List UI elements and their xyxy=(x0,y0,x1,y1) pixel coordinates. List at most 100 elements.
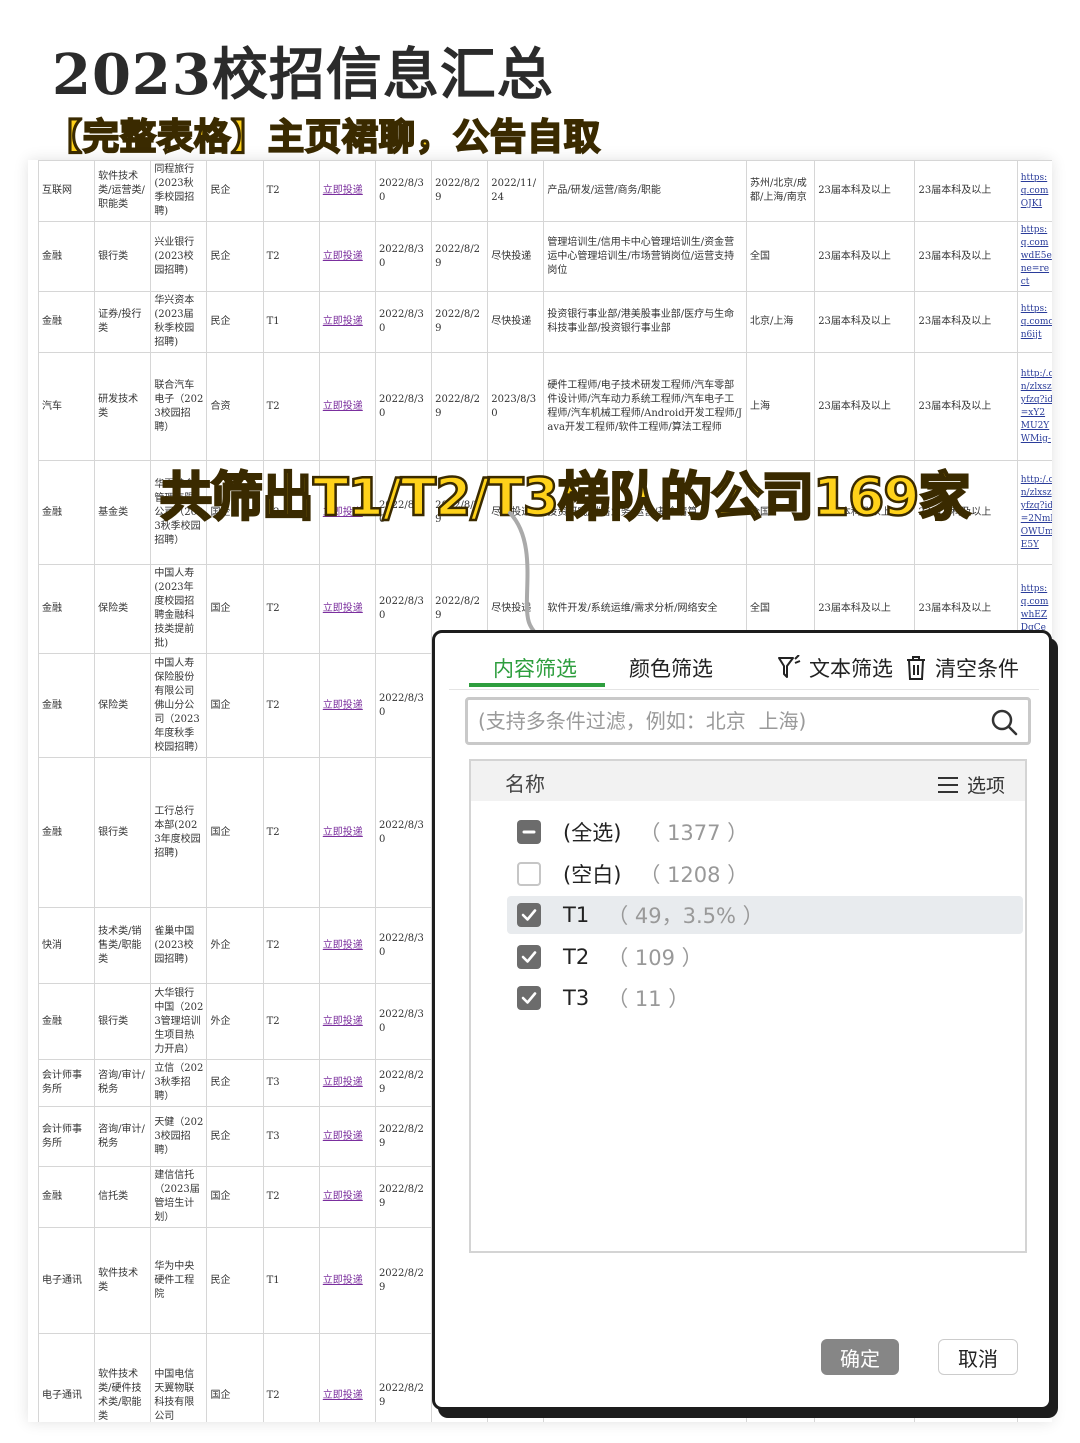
apply-link[interactable]: 立即投递 xyxy=(318,1227,376,1334)
table-cell: 2022/8/29 xyxy=(374,1106,433,1167)
checkbox[interactable] xyxy=(517,986,541,1010)
apply-link[interactable]: 立即投递 xyxy=(318,983,376,1060)
apply-link[interactable]: 立即投递 xyxy=(318,907,376,984)
page-subtitle: 【完整表格】主页裙聊，公告自取 xyxy=(45,116,602,159)
table-cell: 2022/8/29 xyxy=(374,1227,433,1334)
apply-link[interactable]: 立即投递 xyxy=(318,653,376,758)
column-name-label: 名称 xyxy=(505,772,545,796)
table-cell: 华为中央硬件工程院 xyxy=(150,1227,208,1334)
table-cell: 中国人寿保险股份有限公司佛山分公司（2023年度秋季校园招聘） xyxy=(150,653,208,758)
table-cell: 软件技术类/运营类/职能类 xyxy=(94,160,152,222)
options-button[interactable]: 选项 xyxy=(937,771,1005,798)
filter-option-count: （ 49，3.5% ） xyxy=(607,904,764,928)
table-cell: 2022/8/30 xyxy=(374,653,433,758)
url-link[interactable]: http:/.cn/zlxszyfzq?id=xY2MU2YWMig- xyxy=(1016,352,1052,461)
checkbox[interactable] xyxy=(517,861,541,886)
filter-search-input[interactable] xyxy=(478,700,978,742)
filter-option-item[interactable]: T2 （ 109 ） xyxy=(507,938,1023,976)
table-cell: 2022/8/29 xyxy=(374,1059,433,1107)
table-cell: 联合汽车电子（2023校园招聘） xyxy=(150,352,208,461)
partial-checkbox[interactable] xyxy=(517,820,541,844)
table-cell: 金融 xyxy=(37,291,96,353)
url-link[interactable]: https:q.comcn6ijt xyxy=(1016,291,1052,353)
apply-link[interactable]: 立即投递 xyxy=(318,221,376,292)
table-cell: 苏州/北京/成都/上海/南京 xyxy=(745,160,816,222)
tab-color-filter[interactable]: 颜色筛选 xyxy=(629,653,713,683)
table-cell: 工行总行本部(2023年度校园招聘) xyxy=(150,757,208,908)
table-cell: 2022/8/29 xyxy=(431,160,489,222)
filter-option-label: T2 xyxy=(563,944,590,969)
table-cell: 电子通讯 xyxy=(37,1333,96,1422)
apply-link[interactable]: 立即投递 xyxy=(318,1333,376,1422)
filter-option-item[interactable]: T1 （ 49，3.5% ） xyxy=(507,896,1023,934)
filter-option-item[interactable]: T3 （ 11 ） xyxy=(507,979,1023,1017)
apply-link[interactable]: 立即投递 xyxy=(318,291,376,353)
table-cell: T2 xyxy=(262,1333,320,1422)
apply-link[interactable]: 立即投递 xyxy=(318,1059,376,1107)
table-cell: 2022/8/30 xyxy=(374,221,433,292)
table-cell: 2022/8/29 xyxy=(374,1166,433,1228)
table-cell: 2022/8/29 xyxy=(431,352,489,461)
table-cell: 保险类 xyxy=(94,653,152,758)
table-cell: 2022/8/30 xyxy=(374,564,433,654)
confirm-button[interactable]: 确定 xyxy=(821,1339,899,1375)
cancel-button[interactable]: 取消 xyxy=(938,1339,1018,1375)
apply-link[interactable]: 立即投递 xyxy=(318,352,376,461)
table-cell: 电子通讯 xyxy=(37,1227,96,1334)
table-cell: 2022/8/30 xyxy=(374,160,433,222)
value-list: 名称 选项 (全选) （ 1377 ） (空白) （ 1208 ） T1 （ 49，3.5… xyxy=(469,759,1027,1253)
table-cell: 民企 xyxy=(206,1106,264,1167)
table-cell: 金融 xyxy=(37,221,96,292)
table-cell: 金融 xyxy=(37,983,96,1060)
table-cell: 立信（2023秋季招聘） xyxy=(150,1059,208,1107)
url-link[interactable]: https:q.comOJKI xyxy=(1016,160,1052,222)
table-cell: 国企 xyxy=(206,1333,264,1422)
checkbox[interactable] xyxy=(517,944,541,969)
table-cell: 全国 xyxy=(745,221,816,292)
table-cell: 华兴资本(2023届秋季校园招聘) xyxy=(150,291,208,353)
table-cell: 23届本科及以上 xyxy=(814,160,916,222)
table-cell: 管理培训生/信用卡中心管理培训生/资金营运中心管理培训生/市场营销岗位/运营支持… xyxy=(543,221,747,292)
table-cell: 2022/8/30 xyxy=(374,291,433,353)
text-filter-button[interactable]: 文本筛选 xyxy=(777,653,893,683)
table-cell: 国企 xyxy=(206,564,264,654)
filter-option-item[interactable]: (空白) （ 1208 ） xyxy=(507,855,1023,893)
tab-content-filter[interactable]: 内容筛选 xyxy=(493,653,577,683)
apply-link[interactable]: 立即投递 xyxy=(318,757,376,908)
url-link[interactable]: https:q.comwdE5ene=rect xyxy=(1016,221,1052,292)
filter-option-item[interactable]: (全选) （ 1377 ） xyxy=(507,813,1023,851)
clear-conditions-button[interactable]: 清空条件 xyxy=(905,653,1019,683)
table-cell: 投资银行事业部/港美股事业部/医疗与生命科技事业部/投资银行事业部 xyxy=(543,291,747,353)
table-row: 汽车 研发技术类 联合汽车电子（2023校园招聘） 合资 T2 立即投递 2022/8/30… xyxy=(37,352,1052,461)
table-cell: 银行类 xyxy=(94,221,152,292)
table-cell: 2022/8/30 xyxy=(374,757,433,908)
table-cell: 汽车 xyxy=(37,352,96,461)
table-cell: 天健（2023校园招聘） xyxy=(150,1106,208,1167)
apply-link[interactable]: 立即投递 xyxy=(318,1166,376,1228)
url-link[interactable]: http:/.cn/zlxszyfzq?id=2NmlOWUmE5Y xyxy=(1016,460,1052,565)
table-cell: T3 xyxy=(262,1106,320,1167)
table-cell: T2 xyxy=(262,160,320,222)
table-cell: 软件技术类 xyxy=(94,1227,152,1334)
table-cell: 23届本科及以上 xyxy=(914,160,1018,222)
table-cell: 中国电信天翼物联科技有限公司 xyxy=(150,1333,208,1422)
menu-icon xyxy=(937,776,958,793)
apply-link[interactable]: 立即投递 xyxy=(318,160,376,222)
table-cell: 技术类/销售类/职能类 xyxy=(94,907,152,984)
apply-link[interactable]: 立即投递 xyxy=(318,1106,376,1167)
table-cell: T2 xyxy=(262,653,320,758)
apply-link[interactable]: 立即投递 xyxy=(318,564,376,654)
filter-search-box xyxy=(465,697,1031,745)
table-cell: T3 xyxy=(262,1059,320,1107)
table-cell: 金融 xyxy=(37,653,96,758)
text-filter-label: 文本筛选 xyxy=(809,657,893,681)
table-cell: 23届本科及以上 xyxy=(914,221,1018,292)
search-icon[interactable] xyxy=(990,708,1018,736)
table-cell: T1 xyxy=(262,291,320,353)
table-cell: 尽快投递 xyxy=(487,221,545,292)
table-cell: 外企 xyxy=(206,983,264,1060)
table-cell: T2 xyxy=(262,757,320,908)
checkbox[interactable] xyxy=(517,903,541,927)
table-row: 金融 银行类 兴业银行(2023校园招聘) 民企 T2 立即投递 2022/8/30 2022… xyxy=(37,221,1052,292)
table-cell: 2022/8/29 xyxy=(431,291,489,353)
